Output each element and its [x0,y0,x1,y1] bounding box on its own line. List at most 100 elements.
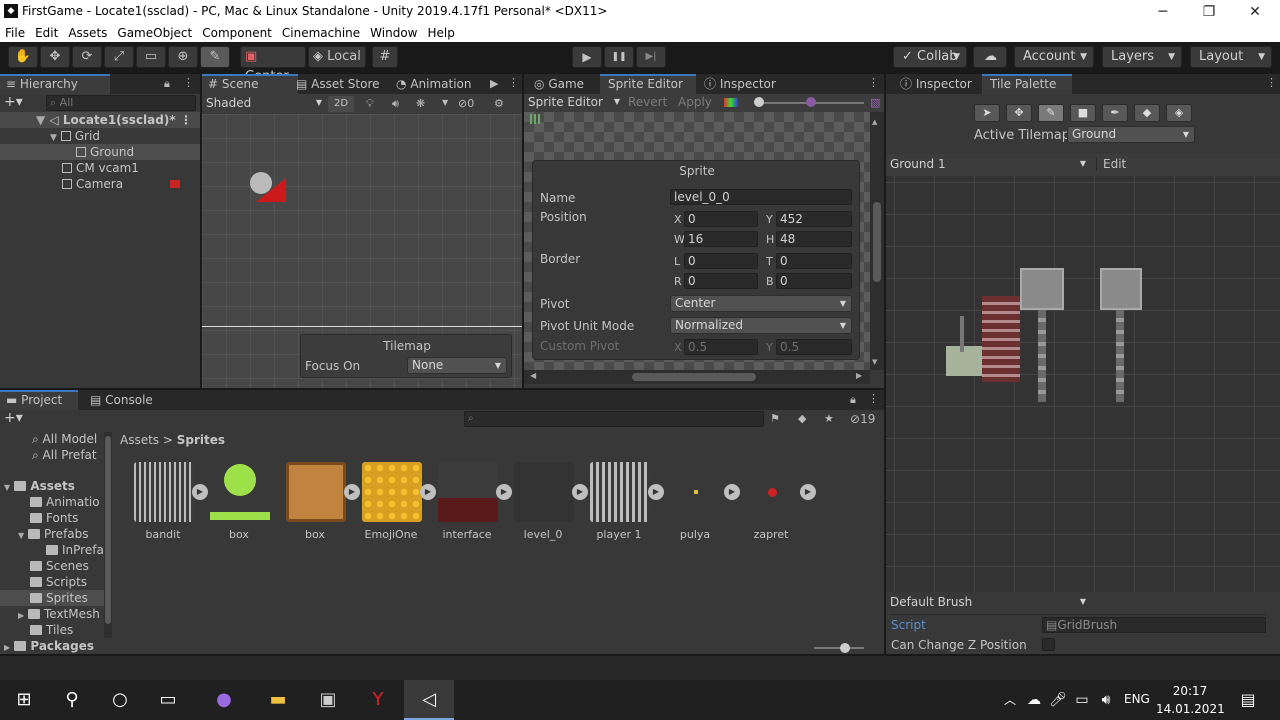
account-dropdown[interactable]: Account ▼ [1014,46,1094,68]
yandex-browser-icon[interactable]: Y [366,688,390,712]
asset-interface[interactable]: ▶ interface [434,462,512,542]
brush-dropdown[interactable]: Default Brush ▼ [890,595,1086,611]
tree-item-inprefabs[interactable]: InPrefa [46,542,106,558]
hierarchy-search-input[interactable]: ⌕ All [46,95,196,111]
tree-scrollbar[interactable] [104,432,112,638]
zoom-slider-thumb[interactable] [754,97,764,107]
search-by-type-icon[interactable]: ⚑ [770,412,780,425]
tab-console[interactable]: ▤ Console [84,390,164,410]
border-left-field[interactable]: 0 [684,253,758,269]
tab-tile-palette[interactable]: Tile Palette [982,74,1072,94]
notifications-icon[interactable]: ▤ [1236,688,1260,712]
eraser-icon[interactable]: ◆ [1134,104,1160,122]
palette-dropdown[interactable]: Ground 1 ▼ [890,157,1086,173]
revert-button[interactable]: Revert [628,95,667,109]
create-button[interactable]: +▾ [4,94,34,112]
asset-zapret[interactable]: ▶ zapret [738,462,816,542]
tree-item-sprites[interactable]: Sprites [0,590,106,606]
play-button[interactable]: ▶ [572,46,602,68]
favorite-star-icon[interactable]: ★ [824,412,834,425]
tile-moss[interactable] [946,346,982,376]
active-tilemap-dropdown[interactable]: Ground ▼ [1067,126,1195,143]
tab-asset-store[interactable]: ▤ Asset Store [290,74,386,94]
onedrive-icon[interactable]: ☁ [1022,688,1046,712]
tree-item-scripts[interactable]: Scripts [30,574,140,590]
search-by-label-icon[interactable]: ◆ [798,412,806,425]
horizontal-scrollbar[interactable]: ◀ ▶ [524,370,870,384]
rect-tool-icon[interactable]: ▭ [136,46,166,68]
width-field[interactable]: 16 [684,231,758,247]
scrollbar-thumb[interactable] [873,202,881,282]
apply-button[interactable]: Apply [678,95,712,109]
hierarchy-item-ground[interactable]: Ground [0,144,200,160]
minimize-button[interactable]: ─ [1140,2,1186,22]
asset-emojione[interactable]: ▶ EmojiOne [358,462,436,542]
lock-icon[interactable]: 🔒︎ [850,393,856,407]
hierarchy-item-grid[interactable]: ▼ Grid [0,128,200,144]
move-tool-icon[interactable]: ✥ [1006,104,1032,122]
paint-brush-icon[interactable]: ✎ [1038,104,1064,122]
favorite-all-prefabs[interactable]: ⌕ All Prefat [32,447,142,463]
menu-file[interactable]: File [0,24,30,42]
position-x-field[interactable]: 0 [684,211,758,227]
network-icon[interactable]: ▭ [1070,688,1094,712]
scroll-left-icon[interactable]: ◀ [530,371,536,380]
tab-inspector-right[interactable]: ⓘ Inspector [894,74,982,94]
collab-dropdown[interactable]: ✓ Collab ▼ [893,46,967,68]
show-hidden-icons[interactable]: ︿ [998,688,1022,712]
color-channel-icon[interactable] [724,98,738,107]
hand-tool-icon[interactable]: ✋ [8,46,38,68]
scene-view[interactable]: Tilemap Focus On None ▼ [202,114,522,388]
close-button[interactable]: ✕ [1232,2,1278,22]
asset-pulya[interactable]: ▶ pulya [662,462,740,542]
lock-icon[interactable]: 🔒︎ [164,77,170,91]
asset-level-0[interactable]: ▶ level_0 [510,462,588,542]
asset-player-1[interactable]: ▶ player 1 [586,462,664,542]
alice-assistant-icon[interactable]: ● [212,688,236,712]
more-menu-icon[interactable]: ⋮ [183,76,194,89]
border-top-field[interactable]: 0 [776,253,852,269]
scroll-down-icon[interactable]: ▼ [872,358,877,366]
focus-on-dropdown[interactable]: None ▼ [407,357,507,374]
sprite-editor-mode-dropdown[interactable]: Sprite Editor ▼ [528,95,620,111]
tile-chain-top[interactable] [1020,268,1064,310]
camera-gizmo-icon[interactable] [250,172,286,202]
menu-edit[interactable]: Edit [30,24,63,42]
tree-item-assets[interactable]: ▼ Assets [4,478,114,494]
hierarchy-item-cm-vcam1[interactable]: CM vcam1 [0,160,200,176]
more-menu-icon[interactable]: ⋮ [868,76,879,89]
shading-dropdown[interactable]: Shaded ▼ [206,96,322,112]
step-button[interactable]: ▶| [636,46,666,68]
scene-row[interactable]: ▼ ◁ Locate1(ssclad)* ⋮ [0,112,200,128]
menu-gameobject[interactable]: GameObject [112,24,197,42]
tab-sprite-editor[interactable]: Sprite Editor [600,74,696,94]
breadcrumb-current[interactable]: Sprites [177,433,225,447]
maximize-button[interactable]: ❐ [1186,2,1232,22]
mip-slider-thumb[interactable] [806,97,816,107]
tile-brick[interactable] [982,296,1020,382]
vertical-scrollbar[interactable]: ▲ ▼ [870,112,884,370]
more-menu-icon[interactable]: ⋮ [180,112,192,128]
pivot-toggle-button[interactable]: ▣ Center [240,46,306,84]
position-y-field[interactable]: 452 [776,211,852,227]
more-menu-icon[interactable]: ⋮ [868,392,879,405]
audio-icon[interactable]: 🔊︎ [392,97,399,111]
tree-item-textmeshpro[interactable]: ▶ TextMesh [18,606,106,622]
tab-scroll-right-icon[interactable]: ▶ [490,77,498,90]
height-field[interactable]: 48 [776,231,852,247]
snap-grid-icon[interactable]: # [372,46,398,68]
breadcrumb-root[interactable]: Assets [120,433,159,447]
sprite-name-field[interactable]: level_0_0 [670,189,852,205]
asset-bandit[interactable]: ▶ bandit [130,462,208,542]
clock-date[interactable]: 14.01.2021 [1156,702,1225,716]
store-icon[interactable]: ▣ [316,688,340,712]
scrollbar-thumb[interactable] [105,436,111,624]
edit-palette-button[interactable]: Edit [1096,157,1126,171]
border-bottom-field[interactable]: 0 [776,273,852,289]
tree-item-packages[interactable]: ▶ Packages [4,638,114,654]
expand-asset-icon[interactable]: ▶ [800,484,816,500]
scroll-right-icon[interactable]: ▶ [856,371,862,380]
create-asset-button[interactable]: +▾ [4,410,34,428]
language-indicator[interactable]: ENG [1124,692,1150,706]
tab-scene[interactable]: # Scene [202,74,298,94]
